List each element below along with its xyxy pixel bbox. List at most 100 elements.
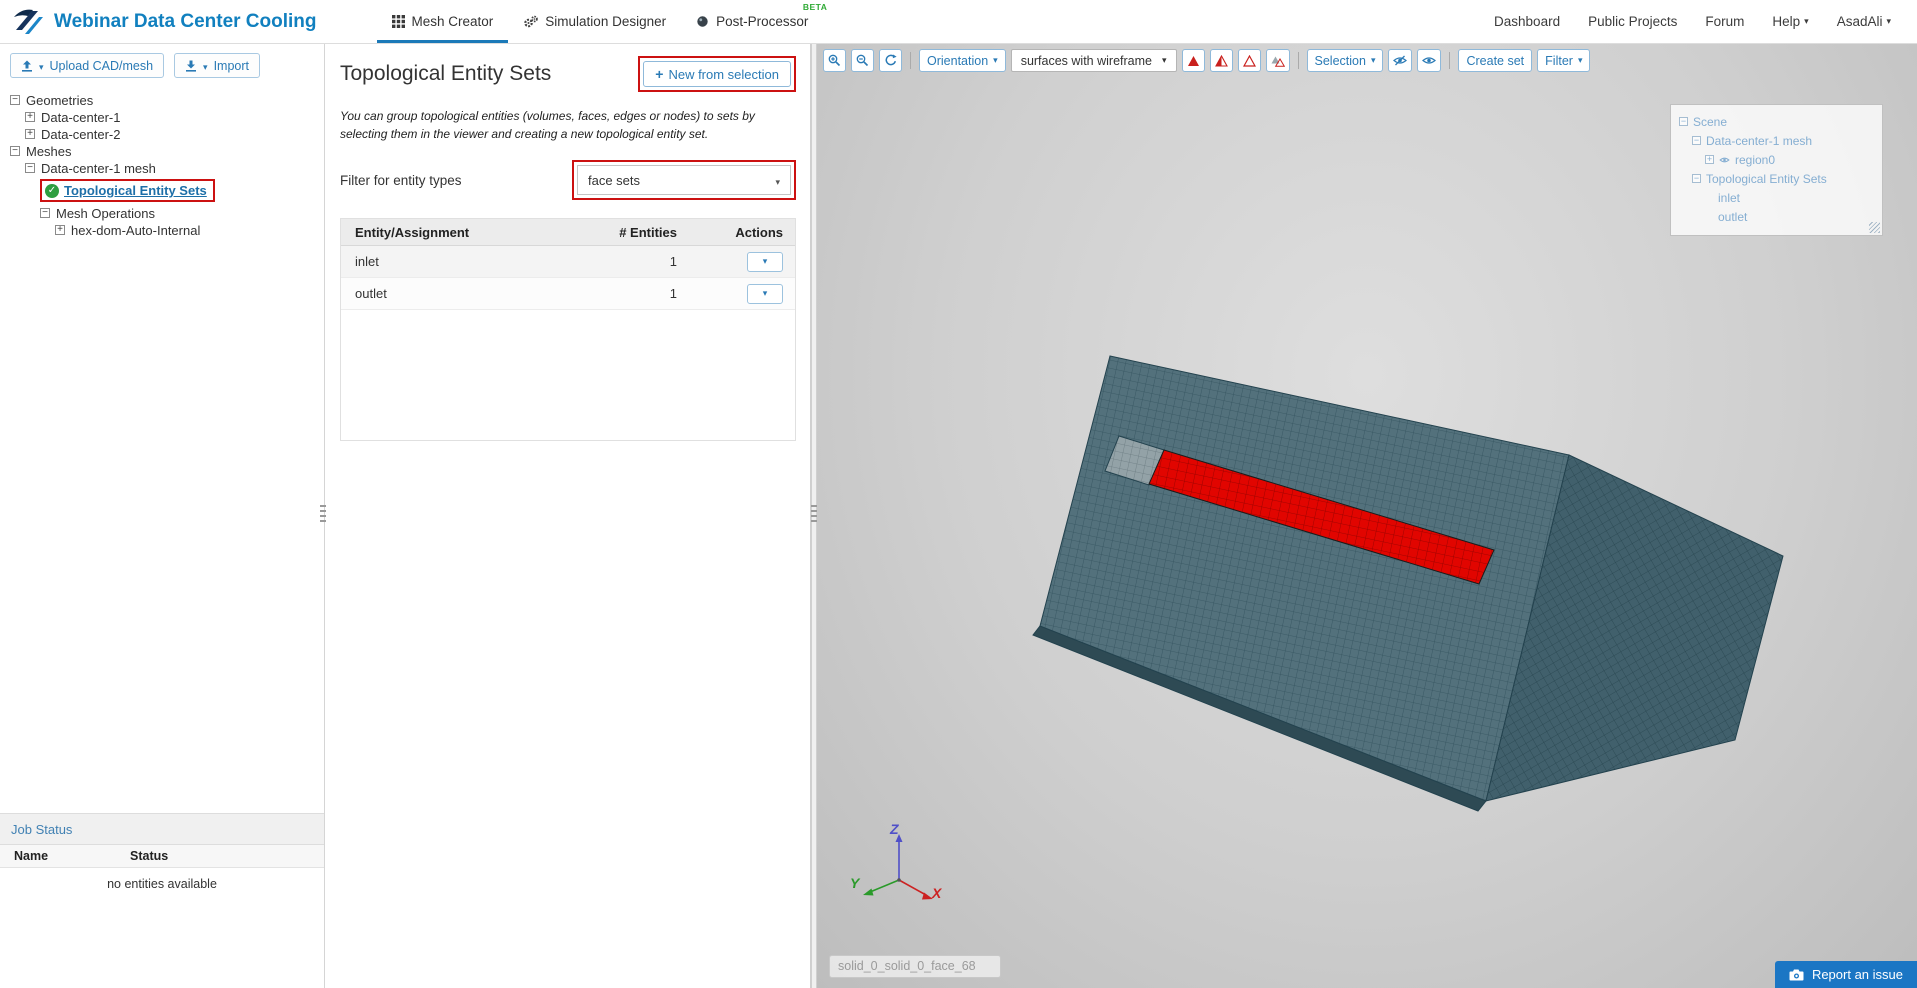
eye-slash-icon: [1393, 55, 1408, 66]
expand-icon[interactable]: [25, 129, 35, 139]
scene-label: Topological Entity Sets: [1706, 171, 1827, 186]
scene-tree-item-region0[interactable]: region0: [1679, 150, 1874, 169]
tree-item-mesh-operations[interactable]: Mesh Operations: [8, 205, 316, 221]
entity-sets-table: Entity/Assignment # Entities Actions inl…: [340, 218, 796, 441]
job-status-title: Job Status: [0, 813, 324, 845]
zoom-fit-button[interactable]: [851, 49, 874, 72]
tree-item-topological-entity-sets[interactable]: Topological Entity Sets: [8, 177, 316, 204]
table-row-outlet[interactable]: outlet 1: [341, 278, 795, 310]
tab-mesh-creator[interactable]: Mesh Creator: [376, 0, 509, 43]
zoom-out-icon: [856, 54, 869, 67]
show-all-button[interactable]: [1417, 49, 1442, 72]
button-label: New from selection: [668, 66, 779, 82]
row-actions-dropdown[interactable]: [747, 283, 783, 304]
viewer-toolbar: Orientation surfaces with wireframe: [823, 49, 1591, 72]
collapse-icon[interactable]: [10, 95, 20, 105]
selection-button[interactable]: Selection: [1306, 49, 1384, 72]
tree-item-data-center-2[interactable]: Data-center-2: [8, 126, 316, 142]
annotation-box: face sets: [572, 160, 796, 200]
tree-item-data-center-1-mesh[interactable]: Data-center-1 mesh: [8, 160, 316, 176]
collapse-icon[interactable]: [40, 208, 50, 218]
panel-title: Topological Entity Sets: [340, 62, 552, 85]
top-navigation: Dashboard Public Projects Forum Help Asa…: [1494, 14, 1891, 29]
scene-tree-item-topo-sets[interactable]: Topological Entity Sets: [1679, 169, 1874, 188]
header: Webinar Data Center Cooling Mesh Creator…: [0, 0, 1917, 44]
table-row-inlet[interactable]: inlet 1: [341, 246, 795, 278]
upload-label: Upload CAD/mesh: [49, 58, 154, 73]
entity-type-select[interactable]: face sets: [577, 165, 791, 195]
scene-tree-item-outlet[interactable]: outlet: [1679, 207, 1874, 226]
nav-forum[interactable]: Forum: [1705, 14, 1744, 29]
scene-label: Data-center-1 mesh: [1706, 133, 1813, 148]
toolbar-separator: [910, 52, 911, 69]
app-logo: [14, 9, 43, 34]
tab-label: Post-Processor: [716, 14, 809, 29]
viewer-3d: Orientation surfaces with wireframe: [817, 44, 1917, 988]
show-mesh-quality-button[interactable]: [1265, 49, 1290, 72]
expand-icon[interactable]: [55, 225, 65, 235]
sidebar-splitter-grip[interactable]: [320, 505, 326, 525]
collapse-icon[interactable]: [1692, 174, 1701, 183]
create-set-button[interactable]: Create set: [1458, 49, 1533, 72]
panel-description: You can group topological entities (volu…: [340, 109, 755, 141]
gears-icon: [524, 15, 539, 28]
nav-help-menu[interactable]: Help: [1772, 14, 1808, 29]
tab-simulation-designer[interactable]: Simulation Designer: [508, 0, 681, 43]
tree-item-geometries[interactable]: Geometries: [8, 92, 316, 108]
scene-tree-item-scene[interactable]: Scene: [1679, 112, 1874, 131]
nav-dashboard[interactable]: Dashboard: [1494, 14, 1560, 29]
refresh-view-button[interactable]: [879, 49, 902, 72]
collapse-icon[interactable]: [25, 163, 35, 173]
toolbar-separator: [1449, 52, 1451, 69]
new-from-selection-button[interactable]: New from selection: [643, 61, 791, 87]
nav-user-menu[interactable]: AsadAli: [1837, 14, 1891, 29]
caret-down-icon: [775, 173, 780, 188]
annotation-box: New from selection: [638, 56, 796, 92]
triangle-half-icon: [1214, 54, 1228, 67]
tree-label: Data-center-2: [41, 126, 121, 142]
scene-tree-overlay: Scene Data-center-1 mesh region0 Topolog…: [1670, 104, 1883, 236]
hide-selection-button[interactable]: [1388, 49, 1413, 72]
show-bad-faces-button[interactable]: [1181, 49, 1205, 72]
entity-name: inlet: [355, 254, 379, 269]
tree-item-data-center-1[interactable]: Data-center-1: [8, 109, 316, 125]
axis-x-label: X: [932, 885, 942, 901]
eye-icon[interactable]: [1719, 156, 1730, 164]
show-half-faces-button[interactable]: [1209, 49, 1233, 72]
row-actions-dropdown[interactable]: [747, 251, 783, 272]
scene-label: inlet: [1718, 190, 1741, 205]
selected-entity-input[interactable]: solid_0_solid_0_face_68: [829, 955, 1001, 978]
zoom-in-button[interactable]: [823, 49, 846, 72]
tree-label: Geometries: [26, 92, 94, 108]
nav-public-projects[interactable]: Public Projects: [1588, 14, 1677, 29]
render-mode-select[interactable]: surfaces with wireframe: [1010, 49, 1177, 72]
project-sidebar: Upload CAD/mesh Import Geometries Data-c…: [0, 44, 325, 988]
collapse-icon[interactable]: [1679, 117, 1688, 126]
expand-icon[interactable]: [1705, 155, 1714, 164]
orientation-button[interactable]: Orientation: [919, 49, 1006, 72]
tab-post-processor[interactable]: Post-Processor BETA: [681, 0, 827, 43]
report-issue-button[interactable]: Report an issue: [1774, 961, 1917, 988]
camera-icon: [1789, 969, 1804, 980]
topological-entity-sets-panel: Topological Entity Sets New from selecti…: [326, 44, 811, 988]
resize-handle-icon[interactable]: [1869, 222, 1880, 233]
tab-label: Simulation Designer: [545, 14, 667, 29]
tree-item-meshes[interactable]: Meshes: [8, 143, 316, 159]
collapse-icon[interactable]: [10, 146, 20, 156]
scene-tree-item-inlet[interactable]: inlet: [1679, 188, 1874, 207]
job-status-panel: Job Status Name Status no entities avail…: [0, 813, 324, 988]
tree-item-hex-dom-auto-internal[interactable]: hex-dom-Auto-Internal: [8, 222, 316, 238]
expand-icon[interactable]: [25, 112, 35, 122]
zoom-in-icon: [828, 54, 841, 67]
upload-cad-mesh-button[interactable]: Upload CAD/mesh: [10, 53, 165, 78]
axis-z-label: Z: [890, 821, 899, 837]
project-tree: Geometries Data-center-1 Data-center-2 M…: [0, 84, 324, 238]
tree-label: hex-dom-Auto-Internal: [71, 222, 201, 238]
collapse-icon[interactable]: [1692, 136, 1701, 145]
import-button[interactable]: Import: [174, 53, 261, 78]
sphere-icon: [697, 16, 708, 27]
filter-button[interactable]: Filter: [1537, 49, 1591, 72]
show-outline-faces-button[interactable]: [1237, 49, 1261, 72]
scene-tree-item-mesh[interactable]: Data-center-1 mesh: [1679, 131, 1874, 150]
entity-name: outlet: [355, 286, 387, 301]
